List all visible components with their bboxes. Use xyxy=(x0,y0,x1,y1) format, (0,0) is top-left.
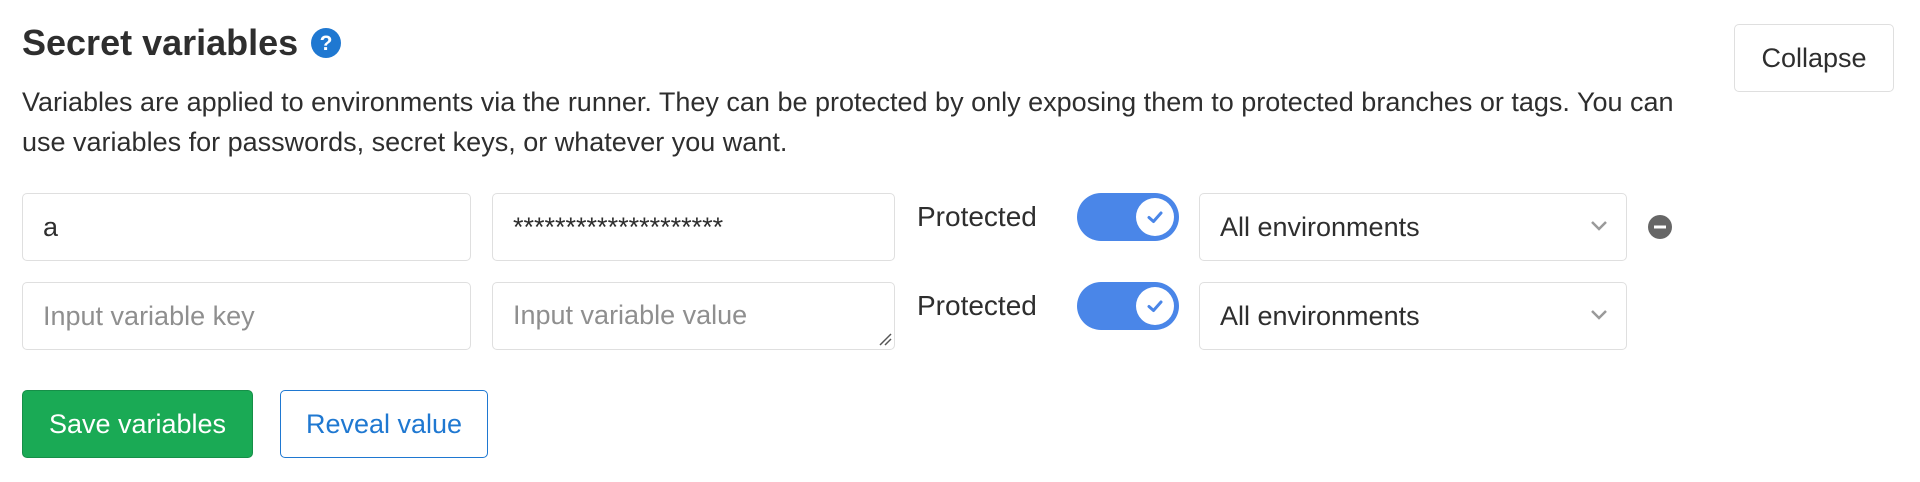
variable-row: Protected All environments xyxy=(22,193,1722,261)
secret-variables-panel: Secret variables ? Collapse Variables ar… xyxy=(0,0,1920,482)
environment-selected-value: All environments xyxy=(1220,300,1420,331)
question-circle-icon[interactable]: ? xyxy=(310,27,342,59)
protected-label: Protected xyxy=(917,201,1037,232)
minus-circle-icon[interactable] xyxy=(1648,215,1672,239)
resize-grip-icon[interactable] xyxy=(878,332,892,346)
variable-key-input[interactable] xyxy=(22,193,471,261)
chevron-down-icon xyxy=(1591,310,1607,320)
environment-dropdown[interactable]: All environments xyxy=(1199,193,1627,261)
protected-label: Protected xyxy=(917,290,1037,321)
reveal-value-button[interactable]: Reveal value xyxy=(280,390,488,458)
environment-selected-value: All environments xyxy=(1220,211,1420,242)
protected-toggle[interactable] xyxy=(1077,282,1179,330)
collapse-button[interactable]: Collapse xyxy=(1734,24,1894,92)
section-title: Secret variables xyxy=(22,22,299,63)
check-icon xyxy=(1136,287,1174,325)
save-variables-button[interactable]: Save variables xyxy=(22,390,253,458)
environment-dropdown[interactable]: All environments xyxy=(1199,282,1627,350)
variable-row-new: Protected All environments xyxy=(22,282,1722,350)
variable-value-input[interactable] xyxy=(492,193,895,261)
protected-toggle[interactable] xyxy=(1077,193,1179,241)
section-description: Variables are applied to environments vi… xyxy=(22,87,1674,157)
chevron-down-icon xyxy=(1591,221,1607,231)
svg-text:?: ? xyxy=(320,32,333,55)
section-header: Secret variables ? xyxy=(22,22,342,64)
variable-value-textarea[interactable] xyxy=(492,282,895,350)
variable-key-input[interactable] xyxy=(22,282,471,350)
check-icon xyxy=(1136,198,1174,236)
